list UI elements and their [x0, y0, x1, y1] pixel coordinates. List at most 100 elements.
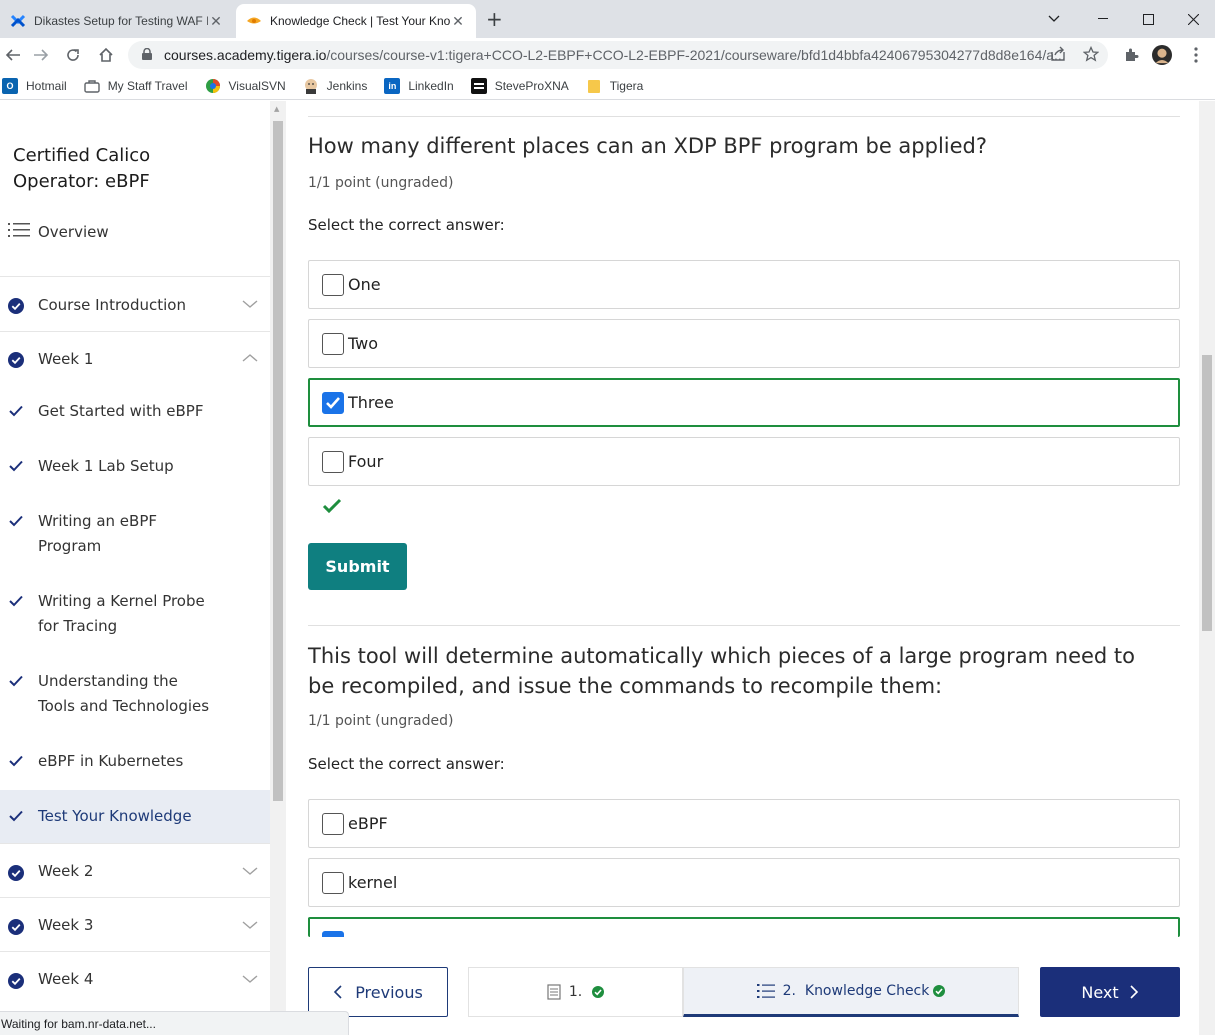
sidebar-item-week-1-lab-setup[interactable]: Week 1 Lab Setup: [0, 440, 270, 495]
tab-title: Knowledge Check | Test Your Knowledge: [270, 14, 450, 28]
browser-toolbar: courses.academy.tigera.io/courses/course…: [0, 38, 1215, 72]
bookmark-linkedin[interactable]: in LinkedIn: [384, 77, 454, 94]
overview-link[interactable]: Overview: [8, 221, 109, 243]
list-icon: [8, 221, 30, 243]
check-icon: [7, 402, 25, 420]
sidebar-item-week-2[interactable]: Week 2: [0, 843, 270, 897]
checkbox[interactable]: [322, 871, 344, 894]
sequence-tab-1[interactable]: 1.: [468, 967, 683, 1017]
jenkins-icon: [303, 78, 319, 94]
bookmark-tigera[interactable]: Tigera: [586, 78, 643, 94]
divider: [308, 625, 1180, 626]
close-icon[interactable]: ✕: [450, 13, 466, 30]
home-button[interactable]: [93, 42, 119, 68]
new-tab-button[interactable]: +: [486, 7, 503, 31]
question-2-title-line2: be recompiled, and issue the commands to…: [308, 674, 943, 698]
checkbox-checked[interactable]: [322, 391, 344, 414]
bookmark-jenkins[interactable]: Jenkins: [303, 78, 367, 94]
divider: [308, 116, 1180, 117]
q1-option-three[interactable]: Three: [308, 378, 1180, 427]
q2-option-kernel[interactable]: kernel: [308, 858, 1180, 907]
menu-kebab-icon[interactable]: [1186, 45, 1206, 65]
check-icon: [7, 752, 25, 770]
sidebar-item-understanding-the-tools[interactable]: Understanding the Tools and Technologies: [0, 655, 270, 735]
main-scrollbar[interactable]: [1199, 101, 1215, 1035]
profile-avatar[interactable]: [1152, 45, 1172, 65]
minimize-button[interactable]: [1080, 0, 1126, 38]
folder-icon: [586, 78, 602, 94]
sidebar-item-week-3[interactable]: Week 3: [0, 897, 270, 951]
option-label: Four: [348, 452, 384, 471]
q1-option-four[interactable]: Four: [308, 437, 1180, 486]
sidebar-scroll-thumb[interactable]: [273, 121, 283, 801]
q1-option-one[interactable]: One: [308, 260, 1180, 309]
previous-button[interactable]: Previous: [308, 967, 448, 1017]
sidebar-item-get-started-with-ebpf[interactable]: Get Started with eBPF: [0, 385, 270, 440]
course-title-line2: Operator: eBPF: [13, 171, 150, 192]
sidebar-item-writing-an-ebpf-program[interactable]: Writing an eBPF Program: [0, 495, 270, 575]
tab-knowledge-check[interactable]: Knowledge Check | Test Your Knowledge ✕: [236, 4, 476, 38]
back-button[interactable]: [0, 42, 26, 68]
bookmark-steveproxna[interactable]: SteveProXNA: [470, 77, 569, 94]
q2-option-ebpf[interactable]: eBPF: [308, 799, 1180, 848]
close-window-button[interactable]: [1170, 0, 1215, 38]
checkbox[interactable]: [322, 812, 344, 835]
chevron-down-icon[interactable]: [242, 862, 258, 878]
scroll-up-arrow-icon[interactable]: ▲: [274, 105, 279, 113]
sidebar-item-label: Week 2: [38, 862, 94, 880]
q1-option-two[interactable]: Two: [308, 319, 1180, 368]
sequence-tab-2[interactable]: 2. Knowledge Check: [683, 967, 1019, 1017]
address-bar[interactable]: courses.academy.tigera.io/courses/course…: [128, 41, 1108, 69]
submit-button[interactable]: Submit: [308, 543, 407, 590]
bookmark-label: My Staff Travel: [107, 78, 188, 93]
bookmark-label: Hotmail: [26, 78, 67, 93]
maximize-button[interactable]: [1125, 0, 1171, 38]
q2-option-partial[interactable]: [308, 917, 1180, 937]
checkbox[interactable]: [322, 332, 344, 355]
main-content: How many different places can an XDP BPF…: [286, 101, 1199, 1035]
sidebar-item-week-1[interactable]: Week 1: [0, 331, 270, 385]
chevron-up-icon[interactable]: [242, 349, 258, 365]
option-label: eBPF: [348, 814, 388, 833]
previous-label: Previous: [355, 982, 423, 1002]
chevron-down-icon[interactable]: [242, 295, 258, 311]
chevron-down-icon[interactable]: [242, 916, 258, 932]
bookmark-label: SteveProXNA: [494, 78, 569, 93]
sequence-2-label: 2. Knowledge Check: [782, 983, 930, 999]
close-icon[interactable]: ✕: [208, 13, 224, 30]
bookmark-visualsvn[interactable]: VisualSVN: [205, 78, 286, 94]
reload-button[interactable]: [60, 42, 86, 68]
tab-search-icon[interactable]: [1031, 0, 1077, 38]
sidebar-item-label-line1: Writing a Kernel Probe: [38, 592, 205, 610]
extensions-icon[interactable]: [1121, 45, 1141, 65]
sidebar-item-label-line2: for Tracing: [38, 617, 118, 635]
bookmark-hotmail[interactable]: O Hotmail: [2, 77, 67, 94]
check-icon: [7, 512, 25, 530]
forward-button[interactable]: [28, 42, 54, 68]
overview-label: Overview: [38, 223, 109, 241]
check-circle-icon: [7, 864, 25, 882]
checkbox[interactable]: [322, 450, 344, 473]
sidebar-item-test-your-knowledge[interactable]: Test Your Knowledge: [0, 790, 270, 843]
sidebar-item-course-introduction[interactable]: Course Introduction: [0, 276, 270, 331]
share-icon[interactable]: [1050, 46, 1066, 66]
next-button[interactable]: Next: [1040, 967, 1180, 1017]
url-domain: courses.academy.tigera.io: [164, 47, 327, 63]
lock-icon[interactable]: [142, 47, 154, 63]
bookmark-star-icon[interactable]: [1082, 45, 1100, 66]
main-scroll-thumb[interactable]: [1202, 355, 1212, 631]
option-label: kernel: [348, 873, 398, 892]
sidebar-scrollbar[interactable]: ▲: [270, 101, 286, 1035]
sidebar-item-label: Understanding the Tools and Technologies: [38, 669, 209, 719]
sequence-1-label: 1.: [568, 984, 583, 1000]
sidebar-item-ebpf-in-kubernetes[interactable]: eBPF in Kubernetes: [0, 735, 270, 790]
sidebar-item-writing-a-kernel-probe[interactable]: Writing a Kernel Probe for Tracing: [0, 575, 270, 655]
bookmark-my-staff-travel[interactable]: My Staff Travel: [83, 78, 188, 94]
checkbox[interactable]: [322, 273, 344, 296]
question-2-prompt: Select the correct answer:: [308, 755, 505, 773]
question-1-points: 1/1 point (ungraded): [308, 175, 454, 191]
check-circle-icon: [7, 918, 25, 936]
checkbox-checked[interactable]: [322, 931, 344, 937]
next-label: Next: [1081, 982, 1119, 1002]
tab-dikastes[interactable]: Dikastes Setup for Testing WAF II ✕: [0, 4, 234, 38]
